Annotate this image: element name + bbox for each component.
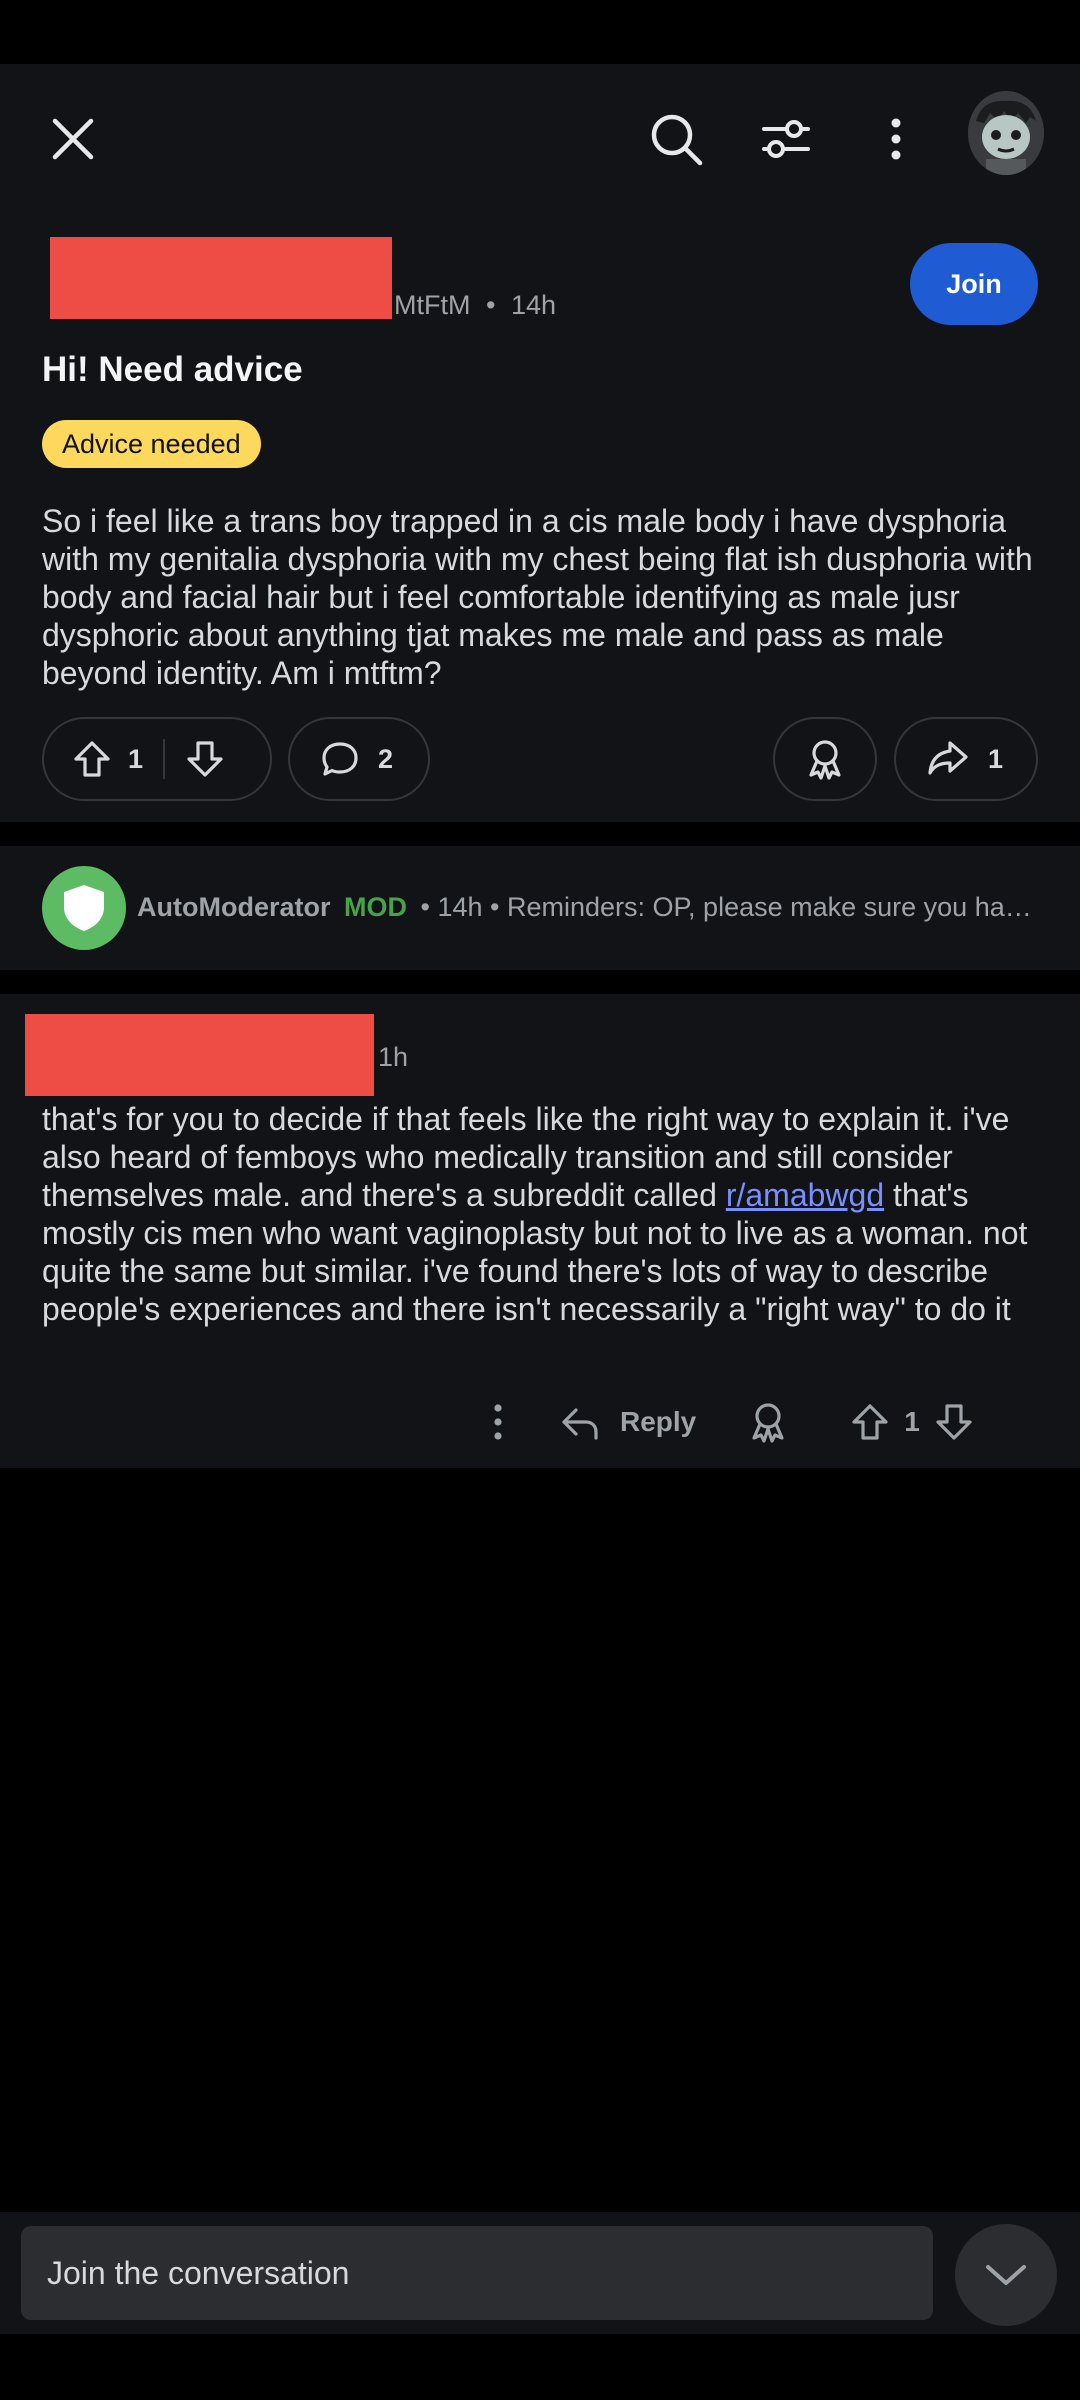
automod-comment[interactable]: AutoModerator MOD • 14h • Reminders: OP,… bbox=[0, 846, 1080, 970]
post-flair: Advice needed bbox=[42, 420, 261, 468]
comment-age: 1h bbox=[378, 1042, 409, 1072]
vote-divider bbox=[163, 739, 166, 779]
search-button[interactable] bbox=[645, 108, 707, 170]
post-body: So i feel like a trans boy trapped in a … bbox=[42, 503, 1033, 691]
collapse-button[interactable] bbox=[955, 2224, 1057, 2326]
reply-button[interactable]: Reply bbox=[560, 1402, 696, 1442]
upvote-icon bbox=[852, 1404, 888, 1440]
meta-separator: • bbox=[486, 290, 496, 320]
upvote-button[interactable] bbox=[72, 739, 112, 779]
avatar-icon bbox=[968, 91, 1044, 175]
comment-input[interactable]: Join the conversation bbox=[21, 2226, 933, 2320]
comment-icon-wrap bbox=[320, 739, 360, 779]
more-button[interactable] bbox=[865, 108, 927, 170]
comment-actions: Reply 1 bbox=[478, 1392, 974, 1452]
comment-vote-count: 1 bbox=[904, 1406, 920, 1437]
share-button[interactable]: 1 bbox=[894, 717, 1038, 801]
comment-body: that's for you to decide if that feels l… bbox=[42, 1100, 1042, 1328]
automod-meta: • 14h • Reminders: OP, please make sure … bbox=[420, 892, 1037, 922]
comment-award-button[interactable] bbox=[748, 1400, 788, 1444]
upvote-icon bbox=[74, 741, 110, 777]
downvote-icon bbox=[187, 741, 223, 777]
shield-icon bbox=[64, 885, 104, 931]
redacted-username bbox=[50, 237, 392, 319]
search-icon bbox=[651, 114, 703, 166]
mod-badge: MOD bbox=[344, 892, 407, 922]
comment-card: 1h that's for you to decide if that feel… bbox=[0, 994, 1080, 1468]
post-card: MtFtM • 14h Join Hi! Need advice Advice … bbox=[0, 212, 1080, 822]
post-meta: MtFtM • 14h bbox=[394, 290, 556, 321]
share-count: 1 bbox=[988, 743, 1004, 774]
reply-label: Reply bbox=[620, 1406, 697, 1437]
subreddit-name[interactable]: MtFtM bbox=[394, 290, 470, 320]
more-vertical-icon bbox=[891, 118, 901, 160]
downvote-button[interactable] bbox=[185, 739, 225, 779]
user-avatar[interactable] bbox=[968, 91, 1044, 175]
post-title: Hi! Need advice bbox=[42, 350, 303, 389]
downvote-icon bbox=[936, 1404, 972, 1440]
mod-avatar bbox=[42, 866, 126, 950]
share-icon-wrap bbox=[926, 739, 970, 779]
top-bar bbox=[0, 64, 1080, 212]
vote-count: 1 bbox=[128, 743, 144, 774]
chevron-down-icon bbox=[986, 2265, 1026, 2285]
reply-icon bbox=[562, 1408, 598, 1440]
vote-pill: 1 bbox=[42, 717, 272, 801]
automod-username[interactable]: AutoModerator bbox=[137, 892, 330, 922]
filter-button[interactable] bbox=[755, 108, 817, 170]
comment-more-button[interactable] bbox=[478, 1403, 518, 1441]
comment-icon bbox=[322, 742, 358, 776]
automod-line: AutoModerator MOD • 14h • Reminders: OP,… bbox=[137, 892, 1037, 923]
redacted-commenter bbox=[25, 1014, 374, 1096]
award-icon bbox=[752, 1403, 784, 1443]
close-icon bbox=[52, 118, 94, 160]
comments-button[interactable]: 2 bbox=[288, 717, 430, 801]
post-age: 14h bbox=[510, 290, 557, 320]
award-icon bbox=[809, 740, 841, 780]
award-button[interactable] bbox=[773, 717, 877, 801]
comment-downvote-button[interactable] bbox=[934, 1402, 974, 1442]
comment-upvote-button[interactable] bbox=[850, 1402, 890, 1442]
sliders-icon bbox=[762, 120, 810, 158]
more-vertical-icon bbox=[494, 1404, 502, 1440]
comment-count: 2 bbox=[378, 743, 394, 774]
bottom-composer: Join the conversation bbox=[0, 2212, 1080, 2334]
share-icon bbox=[928, 741, 968, 775]
join-button[interactable]: Join bbox=[910, 243, 1038, 325]
close-button[interactable] bbox=[42, 108, 104, 170]
subreddit-link[interactable]: r/amabwgd bbox=[726, 1177, 884, 1213]
